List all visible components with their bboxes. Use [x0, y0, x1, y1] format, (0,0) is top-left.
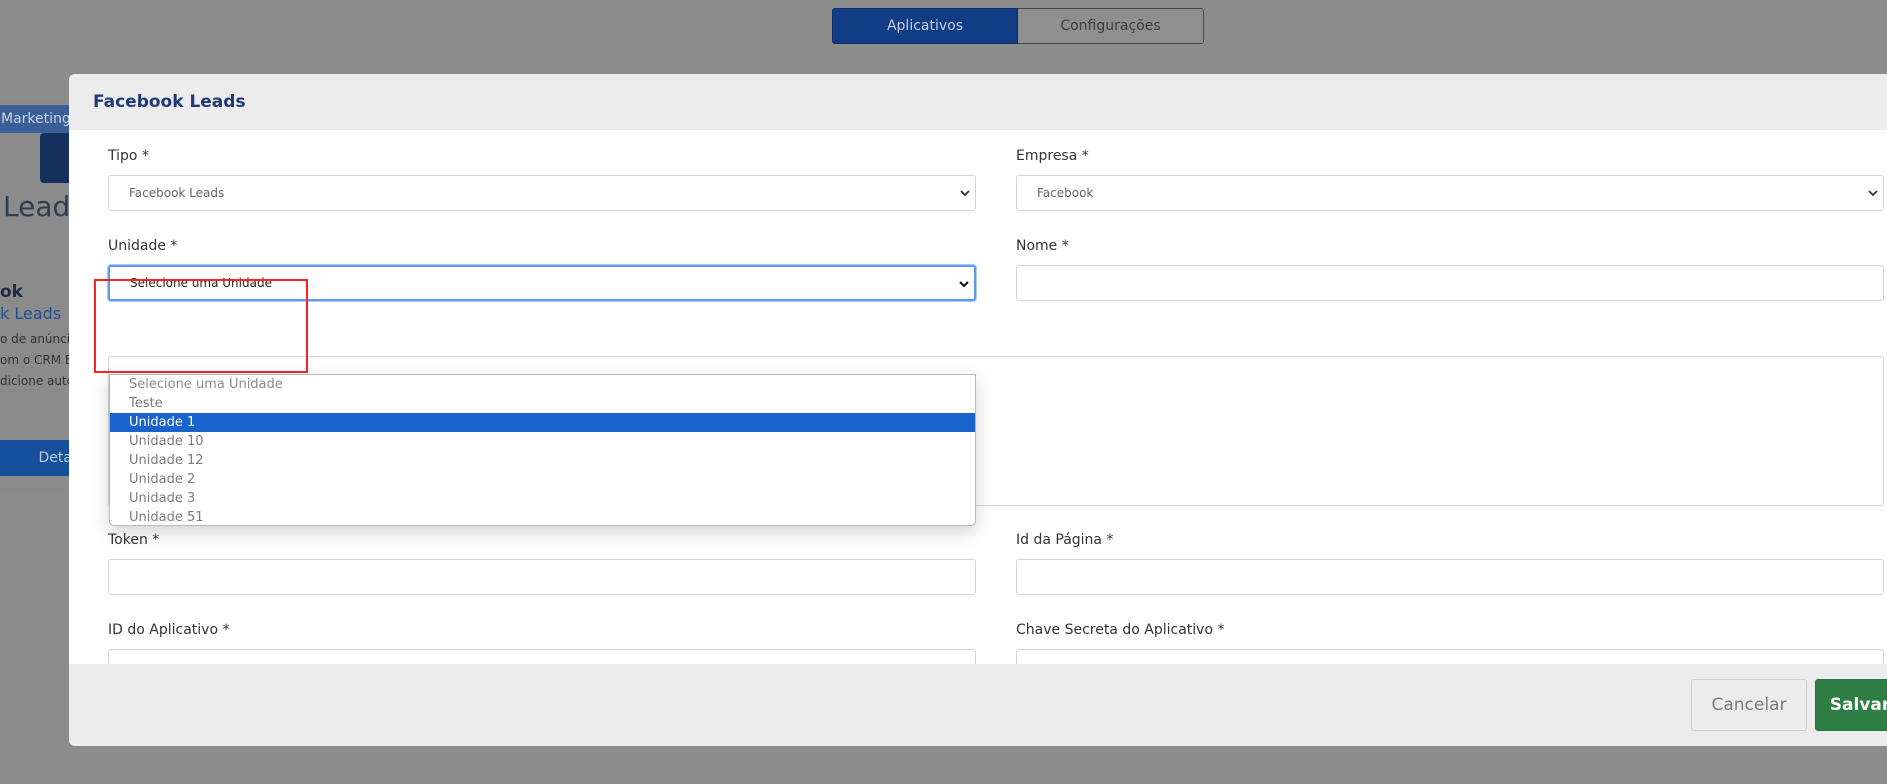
app-card-desc-line: dicione auto — [0, 374, 75, 388]
tab-configuracoes[interactable]: Configurações — [1018, 8, 1204, 44]
details-button[interactable]: Deta — [0, 440, 72, 476]
empresa-label: Empresa * — [1016, 148, 1089, 164]
token-input[interactable] — [108, 559, 976, 595]
app-card-subname: k Leads — [0, 304, 62, 323]
token-label: Token * — [108, 532, 160, 548]
modal-header: Facebook Leads — [69, 74, 1887, 130]
app-card-desc-line: om o CRM E — [0, 353, 73, 367]
unidade-dropdown-list: Selecione uma Unidade Teste Unidade 1 Un… — [109, 374, 976, 526]
app-card-desc-line: o de anúncio — [0, 332, 78, 346]
chevron-down-icon — [960, 190, 970, 197]
save-button[interactable]: Salvar — [1815, 679, 1887, 731]
empresa-select-value: Facebook — [1037, 186, 1094, 200]
chevron-down-icon — [1868, 190, 1878, 197]
facebook-logo-icon — [40, 133, 70, 183]
dropdown-option[interactable]: Selecione uma Unidade — [110, 375, 975, 394]
app-card: Marketing Leads ok k Leads o de anúncio … — [0, 100, 85, 493]
dropdown-option[interactable]: Unidade 51 — [110, 508, 975, 527]
annotation-highlight-box — [94, 279, 308, 373]
app-tabs: Aplicativos Configurações — [832, 8, 1204, 44]
dropdown-option[interactable]: Unidade 10 — [110, 432, 975, 451]
app-config-modal: Facebook Leads Tipo * Facebook Leads Emp… — [69, 74, 1887, 746]
dropdown-option[interactable]: Unidade 2 — [110, 470, 975, 489]
modal-title: Facebook Leads — [93, 92, 246, 112]
app-card-category: Marketing — [0, 105, 73, 133]
tab-aplicativos[interactable]: Aplicativos — [832, 8, 1018, 44]
dropdown-option[interactable]: Teste — [110, 394, 975, 413]
modal-footer: Cancelar Salvar — [69, 664, 1887, 746]
tipo-select[interactable]: Facebook Leads — [108, 175, 976, 211]
id-pagina-label: Id da Página * — [1016, 532, 1114, 548]
modal-body: Tipo * Facebook Leads Empresa * Facebook… — [69, 130, 1887, 685]
dropdown-option[interactable]: Unidade 3 — [110, 489, 975, 508]
nome-input[interactable] — [1016, 265, 1884, 301]
app-card-name: ok — [0, 282, 23, 302]
tipo-select-value: Facebook Leads — [129, 186, 225, 200]
id-aplicativo-label: ID do Aplicativo * — [108, 622, 230, 638]
unidade-label: Unidade * — [108, 238, 178, 254]
nome-label: Nome * — [1016, 238, 1069, 254]
id-pagina-input[interactable] — [1016, 559, 1884, 595]
cancel-button[interactable]: Cancelar — [1691, 679, 1807, 731]
dropdown-option[interactable]: Unidade 12 — [110, 451, 975, 470]
empresa-select[interactable]: Facebook — [1016, 175, 1884, 211]
dropdown-option-selected[interactable]: Unidade 1 — [110, 413, 975, 432]
chevron-down-icon — [959, 281, 969, 288]
tipo-label: Tipo * — [108, 148, 149, 164]
chave-secreta-label: Chave Secreta do Aplicativo * — [1016, 622, 1225, 638]
